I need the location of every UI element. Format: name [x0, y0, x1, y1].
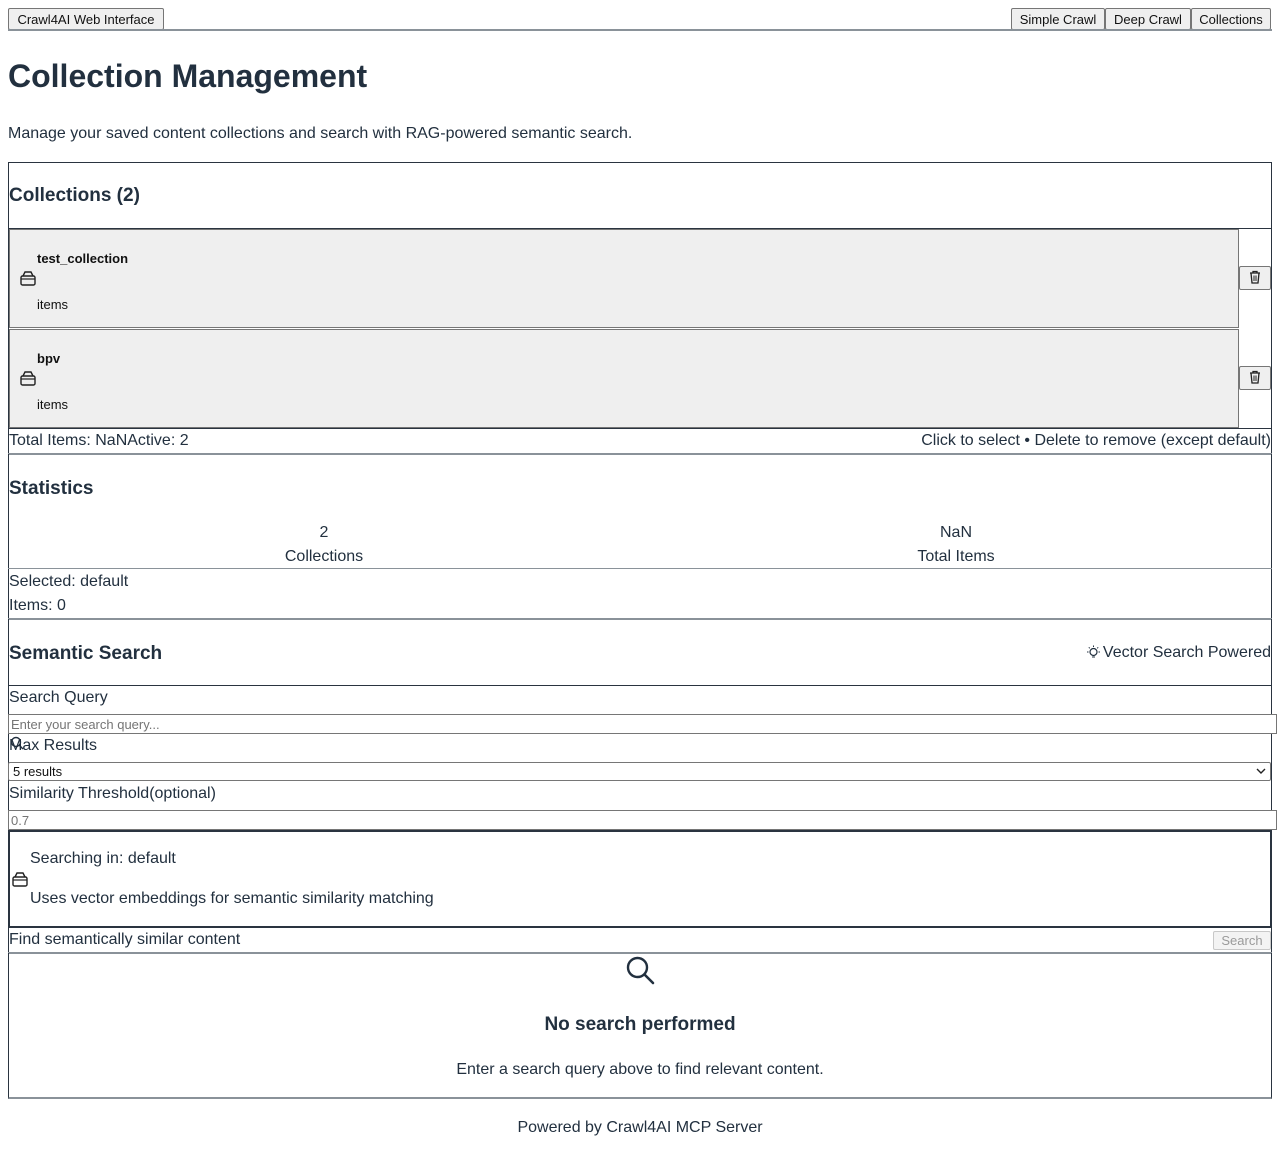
max-results-label: Max Results: [9, 737, 98, 754]
collections-heading: Collections (2): [9, 185, 140, 206]
search-method-info: Uses vector embeddings for semantic simi…: [30, 890, 434, 907]
page-subtitle: Manage your saved content collections an…: [8, 125, 633, 142]
search-icon: [626, 956, 655, 985]
stat-collections-label: Collections: [284, 548, 364, 565]
nav-simple-crawl-button[interactable]: Simple Crawl: [1011, 8, 1105, 30]
collection-icon: [20, 271, 36, 286]
search-button[interactable]: Search: [1213, 931, 1271, 950]
collections-footer-divider: [8, 428, 1272, 429]
stat-total-items-label: Total Items: [917, 548, 995, 565]
nav-collections-button[interactable]: Collections: [1191, 8, 1271, 30]
page-title: Collection Management: [8, 58, 368, 94]
lightbulb-icon: [1087, 645, 1100, 658]
collection-card-bpv[interactable]: bpv items: [9, 329, 1239, 428]
home-link-button[interactable]: Crawl4AI Web Interface: [8, 8, 164, 30]
collection-count: items: [37, 297, 69, 312]
search-query-input[interactable]: [8, 714, 1277, 734]
trash-icon: [1250, 270, 1260, 284]
collection-icon: [12, 872, 28, 887]
search-header-divider: [8, 685, 1272, 686]
search-hint: Find semantically similar content: [9, 931, 241, 948]
search-scope: Searching in: default: [30, 850, 176, 867]
max-results-value: 5 results: [13, 764, 63, 779]
trash-icon: [1250, 370, 1260, 384]
nav-divider: [8, 29, 1272, 31]
search-info-box: [8, 830, 1272, 928]
delete-collection-button[interactable]: [1239, 266, 1271, 290]
max-results-select[interactable]: 5 results: [8, 762, 1271, 781]
collections-hint: Click to select • Delete to remove (exce…: [921, 432, 1271, 449]
collection-icon: [20, 371, 36, 386]
empty-state-text: Enter a search query above to find relev…: [456, 1061, 824, 1078]
collection-name: test_collection: [37, 251, 129, 266]
selected-items-count: Items: 0: [9, 597, 66, 614]
stat-collections-value: 2: [319, 524, 329, 541]
search-heading: Semantic Search: [9, 643, 163, 664]
similarity-threshold-input[interactable]: [8, 810, 1277, 830]
collection-count: items: [37, 397, 69, 412]
collections-summary: Total Items: NaNActive: 2: [9, 432, 189, 449]
vector-search-badge: Vector Search Powered: [1102, 644, 1271, 661]
chevron-down-icon: [1256, 768, 1266, 774]
stats-divider: [8, 568, 1272, 569]
search-query-label: Search Query: [9, 689, 108, 706]
nav-deep-crawl-button[interactable]: Deep Crawl: [1105, 8, 1191, 30]
similarity-threshold-label: Similarity Threshold(optional): [9, 785, 216, 802]
empty-state-title: No search performed: [544, 1014, 736, 1035]
stat-total-items-value: NaN: [939, 524, 972, 541]
page-footer: Powered by Crawl4AI MCP Server: [517, 1119, 763, 1136]
collection-name: bpv: [37, 351, 61, 366]
collection-card-test-collection[interactable]: test_collection items: [9, 229, 1239, 328]
selected-collection: Selected: default: [9, 573, 129, 590]
delete-collection-button[interactable]: [1239, 366, 1271, 390]
